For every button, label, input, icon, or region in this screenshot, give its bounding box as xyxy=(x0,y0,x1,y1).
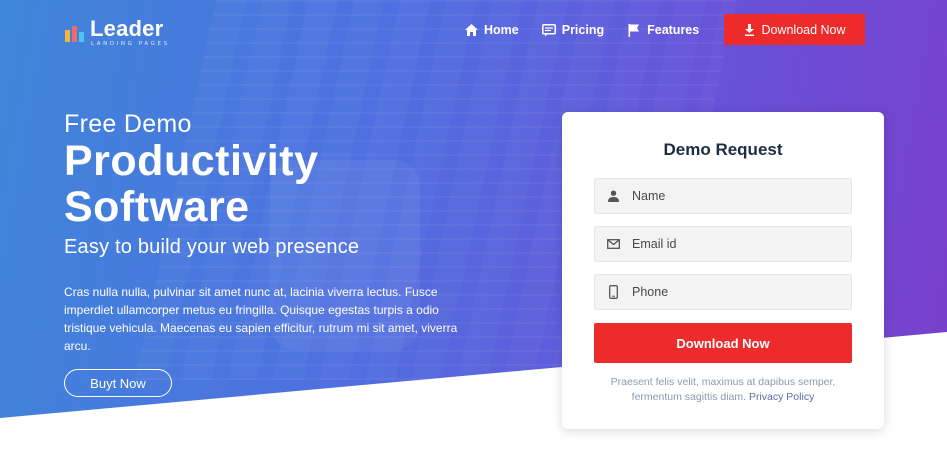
hero-title-line: Productivity xyxy=(64,137,319,185)
form-download-button[interactable]: Download Now xyxy=(594,323,852,363)
download-icon xyxy=(743,23,755,36)
hero-pretitle: Free Demo xyxy=(64,110,192,138)
person-icon xyxy=(606,189,620,203)
mail-icon xyxy=(606,237,620,251)
hero-title: Productivity Software xyxy=(64,138,319,230)
hero-subtitle: Easy to build your web presence xyxy=(64,236,360,258)
header-download-button[interactable]: Download Now xyxy=(724,14,865,45)
nav-item-home[interactable]: Home xyxy=(463,22,519,38)
main-nav: Home Pricing Features xyxy=(463,22,699,38)
phone-icon xyxy=(606,285,620,299)
privacy-policy-link[interactable]: Privacy Policy xyxy=(749,391,814,403)
form-note: Praesent felis velit, maximus at dapibus… xyxy=(592,375,854,405)
brand-logo[interactable]: Leader LANDING PAGES xyxy=(65,18,170,48)
form-title: Demo Request xyxy=(663,140,783,159)
buy-now-button[interactable]: Buyt Now xyxy=(64,369,172,397)
demo-request-form: Demo Request Download Now Praesent felis… xyxy=(562,112,884,429)
hero-title-line: Software xyxy=(64,183,250,231)
message-icon xyxy=(541,22,557,38)
header-download-label: Download Now xyxy=(761,22,846,37)
phone-input[interactable] xyxy=(632,285,842,299)
email-field[interactable] xyxy=(594,226,852,262)
brand-name: Leader xyxy=(90,16,164,41)
name-field[interactable] xyxy=(594,178,852,214)
flag-icon xyxy=(626,22,642,38)
home-icon xyxy=(463,22,479,38)
hero-description: Cras nulla nulla, pulvinar sit amet nunc… xyxy=(64,285,458,353)
logo-bars-icon xyxy=(65,24,84,42)
name-input[interactable] xyxy=(632,189,842,203)
brand-tagline: LANDING PAGES xyxy=(91,41,170,47)
email-input[interactable] xyxy=(632,237,842,251)
nav-item-label: Pricing xyxy=(561,23,605,37)
nav-item-pricing[interactable]: Pricing xyxy=(541,22,604,38)
nav-item-label: Features xyxy=(647,23,700,37)
phone-field[interactable] xyxy=(594,274,852,310)
nav-item-label: Home xyxy=(484,23,519,37)
nav-item-features[interactable]: Features xyxy=(626,22,699,38)
